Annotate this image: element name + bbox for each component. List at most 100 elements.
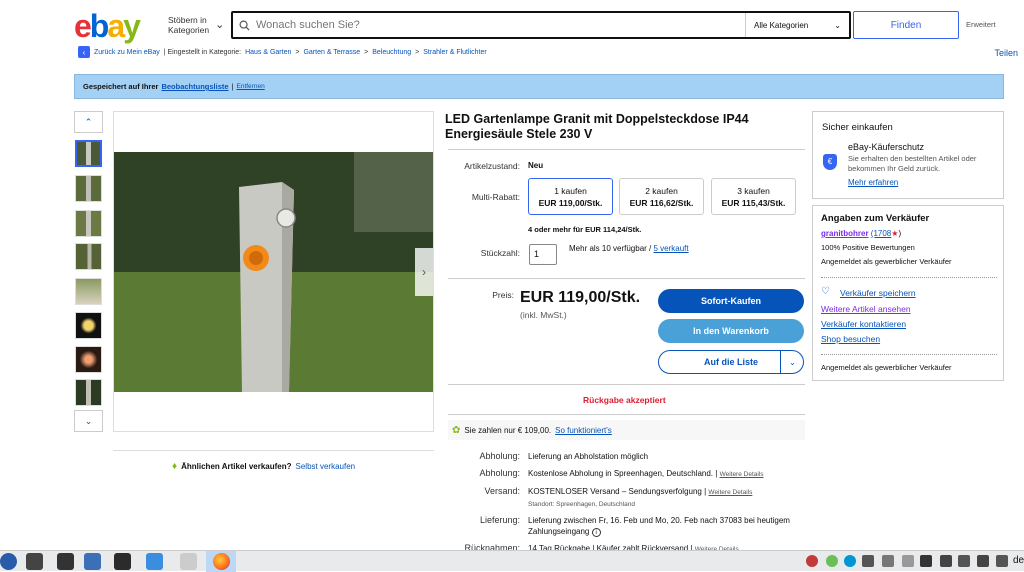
monitor-icon[interactable] bbox=[84, 553, 101, 570]
tier-2-button[interactable]: 2 kaufen EUR 116,62/Stk. bbox=[619, 178, 704, 215]
quantity-label: Stückzahl: bbox=[480, 248, 520, 258]
tier-qty: 2 kaufen bbox=[645, 186, 678, 196]
price-label: Preis: bbox=[492, 290, 514, 300]
chevron-up-icon: ⌃ bbox=[84, 116, 93, 127]
chevron-down-icon: ⌄ bbox=[215, 19, 225, 31]
breadcrumb-item-lighting[interactable]: Beleuchtung bbox=[372, 49, 411, 56]
watchlist-link[interactable]: Beobachtungsliste bbox=[161, 82, 228, 91]
volume-icon[interactable] bbox=[977, 555, 989, 567]
next-image-button[interactable]: › bbox=[415, 248, 433, 296]
tier-1-button[interactable]: 1 kaufen EUR 119,00/Stk. bbox=[528, 178, 613, 215]
feedback-score-link[interactable]: (1708 bbox=[871, 229, 891, 238]
sold-link[interactable]: 5 verkauft bbox=[654, 244, 689, 253]
more-details-link[interactable]: Weitere Details bbox=[708, 489, 752, 496]
thumbnail-1[interactable] bbox=[75, 140, 102, 167]
tray-icon-2[interactable] bbox=[826, 555, 838, 567]
listed-in-label: | Eingestellt in Kategorie: bbox=[163, 48, 242, 56]
thumbnail-6[interactable] bbox=[75, 312, 102, 339]
search-icon bbox=[239, 20, 250, 31]
delivery-label: Lieferung: bbox=[479, 515, 520, 525]
browse-line2: Kategorien bbox=[168, 25, 210, 35]
location-text: Standort: Spreenhagen, Deutschland bbox=[528, 501, 635, 508]
main-product-image[interactable]: › bbox=[113, 111, 434, 432]
feedback-score-close: ) bbox=[898, 229, 902, 238]
breadcrumb-item-house-garden[interactable]: Haus & Garten bbox=[245, 49, 291, 56]
how-it-works-link[interactable]: So funktioniert's bbox=[555, 426, 612, 435]
thumbnail-3[interactable] bbox=[75, 210, 102, 237]
watchlist-dropdown-button[interactable]: ⌄ bbox=[780, 350, 804, 374]
tier-qty: 1 kaufen bbox=[554, 186, 587, 196]
thumbnail-down-button[interactable]: ⌄ bbox=[74, 410, 103, 432]
delivery-label: Abholung: bbox=[479, 451, 520, 461]
banner-text: Gespeichert auf Ihrer bbox=[83, 82, 159, 91]
settings-icon[interactable] bbox=[26, 553, 43, 570]
buy-now-button[interactable]: Sofort-Kaufen bbox=[658, 289, 804, 313]
delivery-value: Kostenlose Abholung in Spreenhagen, Deut… bbox=[528, 468, 798, 480]
returns-accepted: Rückgabe akzeptiert bbox=[583, 395, 666, 405]
advanced-search-link[interactable]: Erweitert bbox=[966, 20, 996, 29]
save-seller-link[interactable]: Verkäufer speichern bbox=[840, 288, 916, 298]
divider bbox=[448, 384, 805, 385]
sell-yourself-link[interactable]: Selbst verkaufen bbox=[296, 462, 356, 471]
tray-icon-4[interactable] bbox=[862, 555, 874, 567]
remove-watch-link[interactable]: Entfernen bbox=[237, 83, 265, 90]
tray-icon-1[interactable] bbox=[806, 555, 818, 567]
delivery-text: Kostenlose Abholung in Spreenhagen, Deut… bbox=[528, 469, 718, 478]
logo-letter-e: e bbox=[74, 8, 92, 44]
thumbnail-7[interactable] bbox=[75, 346, 102, 373]
thumbnail-4[interactable] bbox=[75, 243, 102, 270]
clipboard-icon[interactable] bbox=[902, 555, 914, 567]
vat-note: (inkl. MwSt.) bbox=[520, 310, 567, 320]
terminal-icon[interactable] bbox=[57, 553, 74, 570]
learn-more-link[interactable]: Mehr erfahren bbox=[848, 178, 898, 187]
secure-shopping-panel: Sicher einkaufen € eBay-Käuferschutz Sie… bbox=[812, 111, 1004, 199]
category-select[interactable]: Alle Kategorien ⌄ bbox=[745, 13, 849, 37]
thumbnail-5[interactable] bbox=[75, 278, 102, 305]
visit-store-link[interactable]: Shop besuchen bbox=[821, 334, 880, 344]
back-arrow-icon[interactable]: ‹ bbox=[78, 46, 90, 58]
product-title: LED Gartenlampe Granit mit Doppelsteckdo… bbox=[445, 112, 749, 141]
leaf-icon: ✿ bbox=[452, 424, 461, 436]
contact-seller-link[interactable]: Verkäufer kontaktieren bbox=[821, 319, 906, 329]
bluetooth-icon[interactable] bbox=[940, 555, 952, 567]
share-link[interactable]: Teilen bbox=[994, 48, 1018, 58]
more-details-link[interactable]: Weitere Details bbox=[720, 471, 764, 478]
screen-icon[interactable] bbox=[958, 555, 970, 567]
search-input[interactable]: Wonach suchen Sie? bbox=[233, 19, 745, 31]
folder-icon[interactable] bbox=[146, 553, 163, 570]
breadcrumb-item-floodlights[interactable]: Strahler & Flutlichter bbox=[423, 49, 486, 56]
product-photo bbox=[114, 152, 433, 392]
seller-title: Angaben zum Verkäufer bbox=[821, 213, 930, 224]
more-items-link[interactable]: Weitere Artikel ansehen bbox=[821, 304, 911, 314]
file-icon[interactable] bbox=[180, 553, 197, 570]
add-to-cart-button[interactable]: In den Warenkorb bbox=[658, 319, 804, 343]
wifi-icon[interactable] bbox=[996, 555, 1008, 567]
tier-price: EUR 115,43/Stk. bbox=[721, 198, 786, 208]
firefox-icon[interactable] bbox=[206, 551, 236, 572]
language-indicator[interactable]: de bbox=[1013, 555, 1024, 566]
seller-name-link[interactable]: granitbohrer bbox=[821, 229, 869, 238]
battery-icon[interactable] bbox=[920, 555, 932, 567]
headset-icon[interactable] bbox=[0, 553, 17, 570]
tier-price: EUR 119,00/Stk. bbox=[538, 198, 603, 208]
find-button[interactable]: Finden bbox=[853, 11, 959, 39]
breadcrumb-item-garden-terrace[interactable]: Garten & Terrasse bbox=[303, 49, 360, 56]
thumbnail-8[interactable] bbox=[75, 379, 102, 406]
browse-categories-button[interactable]: Stöbern in Kategorien ⌄ bbox=[168, 15, 224, 35]
breadcrumb-separator: > bbox=[415, 48, 420, 56]
sell-similar: ♦ Ähnlichen Artikel verkaufen? Selbst ve… bbox=[172, 461, 355, 472]
quantity-input[interactable]: 1 bbox=[529, 244, 557, 265]
thumbnail-up-button[interactable]: ⌃ bbox=[74, 111, 103, 133]
hp-icon[interactable] bbox=[844, 555, 856, 567]
tray-icon-5[interactable] bbox=[882, 555, 894, 567]
back-to-my-ebay-link[interactable]: Zurück zu Mein eBay bbox=[94, 49, 160, 56]
availability: Mehr als 10 verfügbar / 5 verkauft bbox=[569, 244, 689, 253]
tier-3-button[interactable]: 3 kaufen EUR 115,43/Stk. bbox=[711, 178, 796, 215]
ebay-logo[interactable]: ebay bbox=[74, 8, 141, 45]
thumbnail-2[interactable] bbox=[75, 175, 102, 202]
delivery-value: KOSTENLOSER Versand – Sendungsverfolgung… bbox=[528, 486, 798, 510]
app-menu-icon[interactable] bbox=[114, 553, 131, 570]
info-icon[interactable]: i bbox=[591, 528, 601, 537]
sell-similar-text: Ähnlichen Artikel verkaufen? bbox=[181, 462, 292, 471]
secure-title: Sicher einkaufen bbox=[822, 122, 893, 133]
